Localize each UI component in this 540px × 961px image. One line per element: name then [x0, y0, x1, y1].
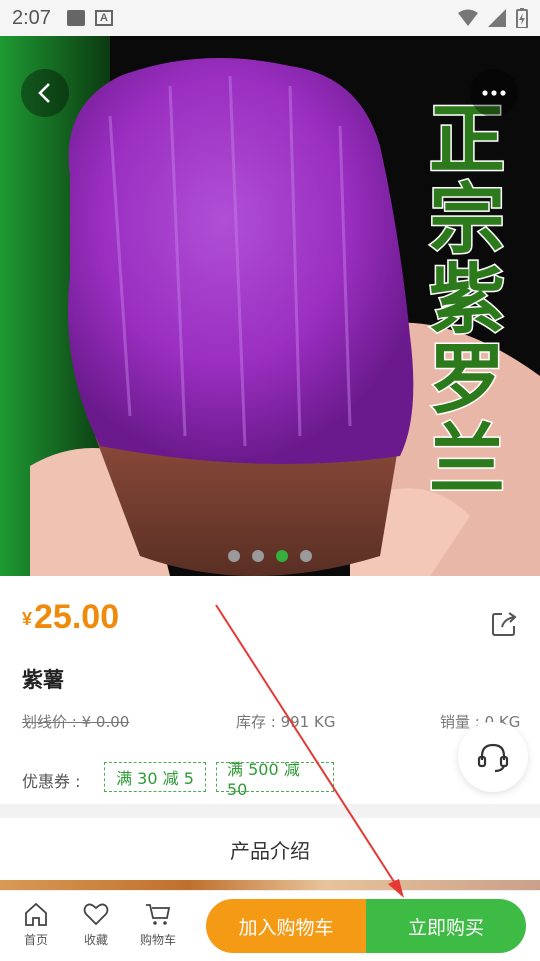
stock-info: 库存 : 991 KG — [236, 713, 336, 731]
buy-now-button[interactable]: 立即购买 — [366, 899, 526, 953]
nav-favorite[interactable]: 收藏 — [68, 901, 124, 948]
product-intro-header: 产品介绍 — [0, 818, 540, 880]
cart-icon — [146, 904, 171, 925]
nav-favorite-label: 收藏 — [83, 933, 108, 947]
carousel-dot[interactable] — [300, 550, 312, 562]
hero-title-char: 紫 — [428, 255, 507, 344]
nav-home[interactable]: 首页 — [8, 901, 64, 948]
back-button[interactable] — [21, 69, 69, 117]
coupon-label: 优惠券 : — [22, 772, 81, 791]
more-dots-icon — [482, 90, 506, 96]
status-bar: 2:07 A — [0, 0, 540, 36]
signal-icon — [488, 9, 506, 27]
coupon-chip[interactable]: 满 500 减 50 — [216, 760, 334, 799]
nav-cart-label: 购物车 — [139, 933, 176, 947]
home-icon — [25, 902, 47, 926]
add-to-cart-button[interactable]: 加入购物车 — [206, 899, 366, 953]
product-price: ¥25.00 — [22, 598, 119, 637]
font-notification-icon: A — [94, 10, 113, 26]
gallery-notification-icon — [66, 10, 85, 26]
hero-title: 正 宗 紫 罗 兰 — [422, 98, 512, 504]
more-button[interactable] — [470, 69, 518, 117]
wifi-icon — [458, 9, 478, 26]
chevron-left-icon — [38, 83, 50, 103]
nav-cart[interactable]: 购物车 — [130, 901, 186, 948]
coupon-chip[interactable]: 满 30 减 5 — [104, 762, 206, 792]
product-info-panel: ¥25.00 紫薯 划线价 : ¥ 0.00 库存 : 991 KG 销量 : … — [0, 576, 540, 804]
carousel-dot[interactable] — [252, 550, 264, 562]
original-price: 划线价 : ¥ 0.00 — [22, 713, 130, 731]
product-image-carousel[interactable]: 正 宗 紫 罗 兰 — [0, 36, 540, 576]
hero-title-char: 罗 — [428, 335, 507, 424]
share-icon[interactable] — [490, 610, 518, 638]
headset-icon — [477, 743, 509, 773]
carousel-dot[interactable] — [228, 550, 240, 562]
nav-home-label: 首页 — [23, 933, 48, 947]
carousel-dot-active[interactable] — [276, 550, 288, 562]
bottom-action-bar: 首页 收藏 购物车 加入购物车 立即购买 — [0, 890, 540, 961]
price-value: 25.00 — [34, 598, 120, 636]
hero-title-char: 宗 — [428, 175, 507, 264]
intro-image-strip — [0, 880, 540, 890]
carousel-indicator — [0, 550, 540, 562]
battery-icon — [516, 8, 528, 28]
hero-title-char: 兰 — [428, 415, 507, 504]
status-time: 2:07 — [12, 6, 51, 29]
heart-icon — [83, 903, 109, 926]
customer-service-button[interactable] — [458, 722, 528, 792]
product-name: 紫薯 — [22, 668, 64, 692]
price-currency: ¥ — [22, 609, 33, 629]
